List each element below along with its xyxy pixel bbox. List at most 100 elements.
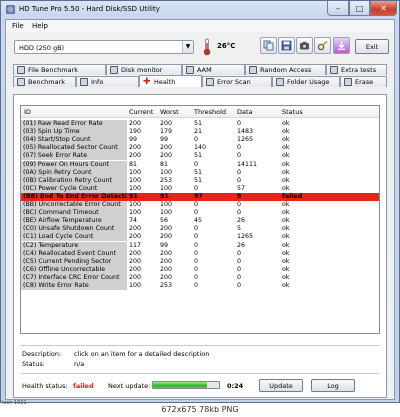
menu-file[interactable]: File xyxy=(12,22,24,30)
table-row[interactable]: (B8) End To End Error Detecti... 91 91 97 9 f… xyxy=(21,192,379,201)
table-row[interactable]: (09) Power On Hours Count 81 81 0 14111 ok xyxy=(21,160,379,169)
table-cell: 200 xyxy=(160,273,173,281)
table-cell: 5 xyxy=(237,225,242,233)
tab-erase[interactable]: Erase xyxy=(340,76,387,87)
table-cell: 100 xyxy=(160,209,173,217)
table-cell: 0 xyxy=(194,136,199,144)
column-header-id[interactable]: ID xyxy=(24,108,31,116)
table-row[interactable]: (C6) Offline Uncorrectable 200 200 0 0 ok xyxy=(21,265,379,274)
log-button[interactable]: Log xyxy=(311,379,355,392)
table-row[interactable]: (05) Reallocated Sector Count 200 200 140 0 o… xyxy=(21,144,379,153)
table-cell: 51 xyxy=(194,152,203,160)
table-row[interactable]: (C7) Interface CRC Error Count 200 200 0 0 ok xyxy=(21,273,379,282)
table-row[interactable]: (0A) Spin Retry Count 100 100 51 0 ok xyxy=(21,168,379,177)
chevron-down-icon[interactable]: ▼ xyxy=(182,41,193,53)
tab-random-access[interactable]: Random Access xyxy=(245,64,326,75)
table-cell: 1265 xyxy=(237,136,254,144)
tab-folder-usage[interactable]: Folder Usage xyxy=(272,76,340,87)
update-progress-bar xyxy=(152,381,220,389)
random-access-icon xyxy=(249,66,257,74)
table-row[interactable]: (BE) Airflow Temperature 74 56 45 26 ok xyxy=(21,217,379,226)
maximize-button[interactable]: □ xyxy=(349,1,370,16)
table-cell: 200 xyxy=(160,144,173,152)
table-row[interactable]: (07) Seek Error Rate 200 200 51 0 ok xyxy=(21,152,379,161)
table-row[interactable]: (BB) Uncorrectable Error Count 100 100 0 0 ok xyxy=(21,201,379,210)
table-row[interactable]: (C1) Load Cycle Count 200 200 0 1265 ok xyxy=(21,233,379,242)
column-header-status[interactable]: Status xyxy=(282,108,303,116)
client-area: File Help HDD (250 gB) ▼ 26°C Exit File … xyxy=(5,19,395,400)
tab-disk-monitor[interactable]: Disk monitor xyxy=(106,64,182,75)
toolbar: HDD (250 gB) ▼ 26°C Exit xyxy=(6,33,394,59)
save-icon xyxy=(281,40,292,51)
table-cell: 81 xyxy=(129,160,138,168)
table-cell: 200 xyxy=(160,233,173,241)
tab-error-scan[interactable]: Error Scan xyxy=(202,76,272,87)
table-cell: 100 xyxy=(129,168,142,176)
table-row[interactable]: (04) Start/Stop Count 99 99 0 1265 ok xyxy=(21,136,379,145)
tab-label: File Benchmark xyxy=(28,66,78,74)
file-benchmark-icon xyxy=(17,66,25,74)
tab-info[interactable]: Info xyxy=(76,76,139,87)
close-button[interactable]: ✕ xyxy=(370,1,397,16)
drive-select[interactable]: HDD (250 gB) ▼ xyxy=(14,40,194,54)
thermometer-icon xyxy=(203,38,211,56)
window-title: HD Tune Pro 5.50 - Hard Disk/SSD Utility xyxy=(19,5,160,13)
save-button[interactable] xyxy=(278,37,295,54)
extra-tests-icon xyxy=(330,66,338,74)
table-cell: (09) Power On Hours Count xyxy=(21,160,127,169)
minimize-button[interactable]: – xyxy=(327,1,349,16)
table-cell: 0 xyxy=(194,184,199,192)
tab-label: Folder Usage xyxy=(287,78,330,86)
table-row[interactable]: (C5) Current Pending Sector 200 200 0 0 ok xyxy=(21,257,379,266)
speaker-icon xyxy=(186,66,194,74)
table-row[interactable]: (0C) Power Cycle Count 100 100 0 57 ok xyxy=(21,184,379,193)
table-row[interactable]: (BC) Command Timeout 100 100 0 0 ok xyxy=(21,209,379,218)
camera-icon xyxy=(300,41,309,50)
table-row[interactable]: (C0) Unsafe Shutdown Count 200 200 0 5 ok xyxy=(21,225,379,234)
table-cell: 99 xyxy=(160,241,169,249)
options-button[interactable] xyxy=(314,37,331,54)
column-header-threshold[interactable]: Threshold xyxy=(194,108,226,116)
smart-table[interactable]: ID Current Worst Threshold Data Status (… xyxy=(20,105,380,334)
table-cell: 99 xyxy=(160,136,169,144)
table-cell: 253 xyxy=(160,176,173,184)
copy-button[interactable] xyxy=(260,37,277,54)
table-row[interactable]: (01) Raw Read Error Rate 200 200 51 0 ok xyxy=(21,120,379,129)
title-bar[interactable]: HD Tune Pro 5.50 - Hard Disk/SSD Utility… xyxy=(1,1,399,19)
table-row[interactable]: (C4) Reallocated Event Count 200 200 0 0 ok xyxy=(21,249,379,258)
table-cell: ok xyxy=(282,201,290,208)
table-row[interactable]: (0B) Calibration Retry Count 100 253 51 0 ok xyxy=(21,176,379,185)
column-header-data[interactable]: Data xyxy=(237,108,253,116)
screenshot-button[interactable] xyxy=(296,37,313,54)
table-cell: 200 xyxy=(160,249,173,257)
tab-aam[interactable]: AAM xyxy=(182,64,245,75)
table-cell: 200 xyxy=(129,144,142,152)
tab-extra-tests[interactable]: Extra tests xyxy=(326,64,387,75)
column-header-current[interactable]: Current xyxy=(129,108,153,116)
menu-help[interactable]: Help xyxy=(32,22,48,30)
table-cell: 200 xyxy=(160,225,173,233)
exit-button[interactable]: Exit xyxy=(355,39,389,54)
tab-label: Health xyxy=(154,77,176,86)
tab-health[interactable]: ✚ Health xyxy=(139,75,202,87)
table-cell: 56 xyxy=(160,217,169,225)
table-cell: 200 xyxy=(129,249,142,257)
table-row[interactable]: (03) Spin Up Time 190 179 21 1483 ok xyxy=(21,128,379,137)
column-header-worst[interactable]: Worst xyxy=(160,108,179,116)
tab-benchmark[interactable]: Benchmark xyxy=(13,76,76,87)
table-cell: failed xyxy=(282,192,303,200)
table-cell: (C1) Load Cycle Count xyxy=(21,233,127,242)
caption-text: 672x675 78kb PNG xyxy=(161,405,239,414)
table-cell: 1265 xyxy=(237,233,254,241)
drive-select-value: HDD (250 gB) xyxy=(19,43,65,52)
download-button[interactable] xyxy=(333,37,350,54)
update-button[interactable]: Update xyxy=(259,379,303,392)
folder-icon xyxy=(276,78,284,86)
table-cell: 100 xyxy=(129,209,142,217)
tab-file-benchmark[interactable]: File Benchmark xyxy=(13,64,106,75)
table-cell: ok xyxy=(282,184,290,192)
benchmark-icon xyxy=(17,78,25,86)
table-row[interactable]: (C8) Write Error Rate 100 253 0 0 ok xyxy=(21,282,379,291)
table-cell: 0 xyxy=(237,201,242,208)
table-row[interactable]: (C2) Temperature 117 99 0 26 ok xyxy=(21,241,379,250)
